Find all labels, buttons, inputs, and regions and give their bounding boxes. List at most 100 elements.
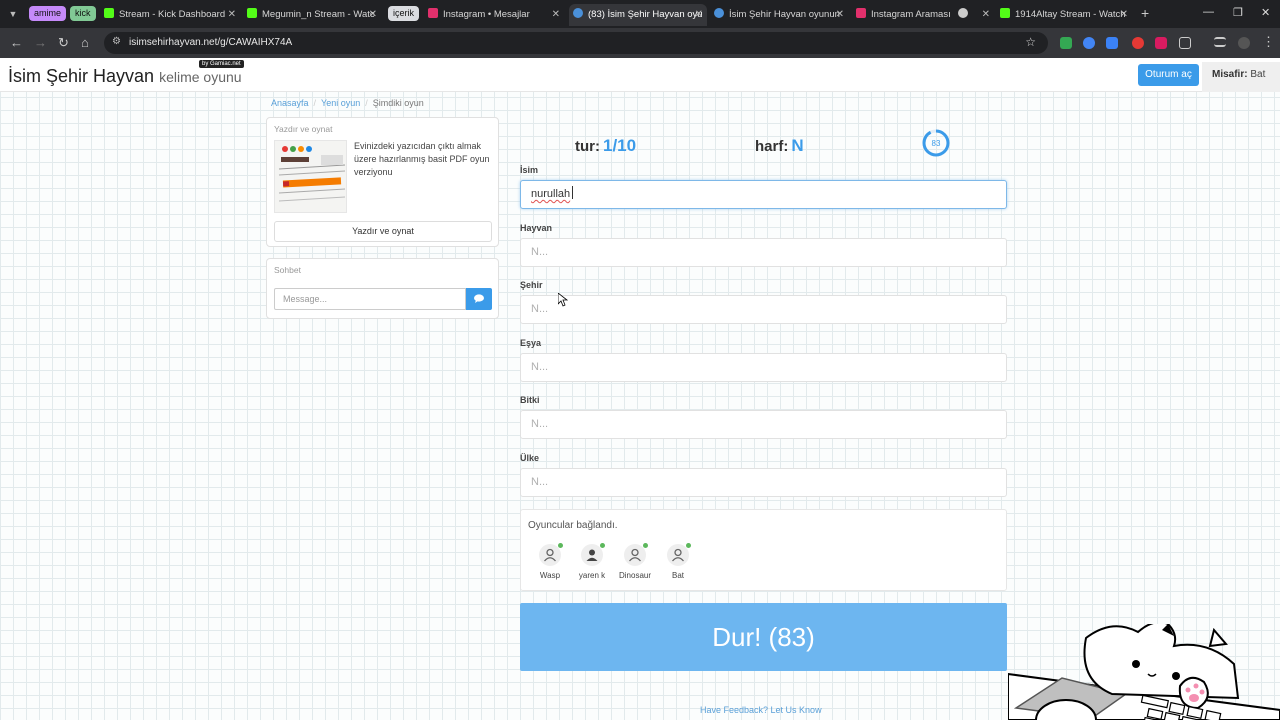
site-brand[interactable]: İsim Şehir Hayvan kelime oyunu bbox=[8, 66, 242, 87]
field-label-ulke: Ülke bbox=[520, 453, 540, 463]
close-tab-icon[interactable]: ✕ bbox=[982, 4, 990, 26]
tab-search-icon[interactable]: ▼ bbox=[4, 5, 22, 23]
login-button[interactable]: Oturum aç bbox=[1138, 64, 1199, 86]
tab-isim-sehir-hayvan-active[interactable]: (83) İsim Şehir Hayvan oyu ✕ bbox=[569, 4, 707, 26]
chat-send-button[interactable] bbox=[466, 288, 492, 310]
forward-arrow-icon[interactable]: → bbox=[34, 35, 47, 51]
mouse-cursor-icon bbox=[558, 293, 568, 307]
close-tab-icon[interactable]: ✕ bbox=[552, 4, 560, 26]
close-tab-icon[interactable]: ✕ bbox=[228, 4, 236, 26]
window-close-icon[interactable]: ✕ bbox=[1261, 6, 1270, 19]
close-tab-icon[interactable]: ✕ bbox=[369, 4, 377, 26]
minimize-icon[interactable]: — bbox=[1203, 6, 1214, 18]
address-bar[interactable]: ⚙ isimsehirhayvan.net/g/CAWAIHX74A ☆ bbox=[104, 32, 1048, 54]
isim-typed-value: nurullah bbox=[531, 188, 571, 200]
hayvan-input[interactable]: N... bbox=[520, 238, 1007, 267]
tab-group-amime[interactable]: amime bbox=[29, 6, 67, 21]
tab-title: Instagram Araması bbox=[871, 9, 951, 20]
player-card[interactable]: Dinosaur bbox=[611, 543, 659, 580]
online-status-dot bbox=[686, 543, 691, 548]
brand-subtitle: kelime oyunu bbox=[159, 69, 242, 85]
home-icon[interactable]: ⌂ bbox=[81, 35, 89, 51]
close-tab-icon[interactable]: ✕ bbox=[836, 4, 844, 26]
breadcrumb-new-game-link[interactable]: Yeni oyun bbox=[321, 98, 360, 108]
reading-list-icon[interactable] bbox=[1214, 37, 1226, 47]
close-tab-icon[interactable]: ✕ bbox=[1120, 4, 1128, 26]
connected-players-panel: Oyuncular bağlandı. Wasp yaren k Dinosau… bbox=[520, 509, 1007, 591]
esya-input[interactable]: N... bbox=[520, 353, 1007, 382]
tab-title: Stream - Kick Dashboard bbox=[119, 9, 226, 20]
bookmark-star-icon[interactable]: ☆ bbox=[1025, 35, 1036, 49]
user-star-avatar-icon bbox=[581, 543, 605, 566]
user-avatar-icon bbox=[539, 543, 563, 566]
guest-label: Misafir: bbox=[1212, 69, 1248, 80]
tab-title: İsim Şehir Hayvan oyunun bbox=[729, 9, 840, 20]
tab-instagram-search[interactable]: Instagram Araması bbox=[856, 4, 954, 26]
player-name: Wasp bbox=[539, 571, 561, 580]
extension-icon[interactable] bbox=[1132, 37, 1144, 49]
extension-icon[interactable] bbox=[1083, 37, 1095, 49]
online-status-dot bbox=[558, 543, 563, 548]
tab-megumin-stream[interactable]: Megumin_n Stream - Watc ✕ bbox=[247, 4, 381, 26]
gamiac-badge: by Gamiac.net bbox=[199, 60, 244, 68]
tab-kick-dashboard[interactable]: Stream - Kick Dashboard ✕ bbox=[104, 4, 240, 26]
player-card[interactable]: yaren k bbox=[568, 543, 616, 580]
player-name: Bat bbox=[671, 571, 684, 580]
kick-favicon-icon bbox=[1000, 8, 1010, 18]
tab-untitled[interactable]: ✕ bbox=[958, 4, 994, 26]
player-card[interactable]: Bat bbox=[654, 543, 702, 580]
guest-name: Bat bbox=[1250, 69, 1266, 80]
close-tab-icon[interactable]: ✕ bbox=[695, 4, 703, 26]
tab-isim-sehir-hayvan-2[interactable]: İsim Şehir Hayvan oyunun ✕ bbox=[714, 4, 848, 26]
breadcrumb-current: Şimdiki oyun bbox=[372, 98, 424, 108]
user-avatar-icon bbox=[667, 543, 691, 566]
tab-group-icerik[interactable]: içerik bbox=[388, 6, 420, 21]
record-favicon-icon bbox=[958, 8, 968, 18]
stop-button[interactable]: Dur! (83) bbox=[520, 603, 1007, 671]
breadcrumb-home-link[interactable]: Anasayfa bbox=[271, 98, 309, 108]
text-caret bbox=[572, 186, 574, 199]
chat-panel: Sohbet Message... bbox=[266, 258, 499, 319]
guest-user[interactable]: Misafir: Bat bbox=[1202, 62, 1280, 92]
extensions-puzzle-icon[interactable] bbox=[1179, 37, 1191, 49]
maximize-icon[interactable]: ❐ bbox=[1233, 6, 1243, 19]
field-label-esya: Eşya bbox=[520, 338, 542, 348]
countdown-timer: 83 bbox=[921, 128, 951, 158]
reload-icon[interactable]: ↻ bbox=[58, 35, 69, 51]
tab-instagram-messages[interactable]: Instagram • Mesajlar ✕ bbox=[428, 4, 564, 26]
sehir-input[interactable]: N... bbox=[520, 295, 1007, 324]
chat-message-input[interactable]: Message... bbox=[274, 288, 466, 310]
more-menu-icon[interactable]: ⋮ bbox=[1262, 34, 1275, 50]
page-content: İsim Şehir Hayvan kelime oyunu by Gamiac… bbox=[0, 58, 1280, 720]
tab-title: (83) İsim Şehir Hayvan oyu bbox=[588, 9, 703, 20]
letter-value: N bbox=[791, 136, 804, 155]
print-thumbnail-image[interactable] bbox=[274, 140, 347, 213]
kick-favicon-icon bbox=[247, 8, 257, 18]
tab-1914altay-stream[interactable]: 1914Altay Stream - Watch ✕ bbox=[1000, 4, 1132, 26]
field-label-sehir: Şehir bbox=[520, 280, 543, 290]
new-tab-plus-icon[interactable]: + bbox=[1141, 5, 1149, 21]
instagram-favicon-icon bbox=[856, 8, 866, 18]
tab-group-kick[interactable]: kick bbox=[70, 6, 96, 21]
players-title: Oyuncular bağlandı. bbox=[528, 520, 618, 531]
bitki-input[interactable]: N... bbox=[520, 410, 1007, 439]
player-name: Dinosaur bbox=[618, 571, 651, 580]
back-arrow-icon[interactable]: ← bbox=[10, 35, 23, 51]
field-label-bitki: Bitki bbox=[520, 395, 540, 405]
timer-value: 83 bbox=[932, 139, 941, 148]
site-info-icon[interactable]: ⚙ bbox=[112, 36, 121, 47]
print-and-play-button[interactable]: Yazdır ve oynat bbox=[274, 221, 492, 242]
extension-icon[interactable] bbox=[1106, 37, 1118, 49]
ulke-input[interactable]: N... bbox=[520, 468, 1007, 497]
browser-toolbar: ← → ↻ ⌂ ⚙ isimsehirhayvan.net/g/CAWAIHX7… bbox=[0, 28, 1280, 58]
feedback-link[interactable]: Have Feedback? Let Us Know bbox=[700, 705, 822, 715]
player-card[interactable]: Wasp bbox=[526, 543, 574, 580]
profile-avatar-icon[interactable] bbox=[1238, 37, 1250, 49]
kick-favicon-icon bbox=[104, 8, 114, 18]
url-text: isimsehirhayvan.net/g/CAWAIHX74A bbox=[129, 37, 293, 48]
extension-icon[interactable] bbox=[1155, 37, 1167, 49]
extension-icon[interactable] bbox=[1060, 37, 1072, 49]
field-label-isim: İsim bbox=[520, 165, 539, 175]
isim-input[interactable]: nurullah bbox=[520, 180, 1007, 209]
tab-title: 1914Altay Stream - Watch bbox=[1015, 9, 1126, 20]
